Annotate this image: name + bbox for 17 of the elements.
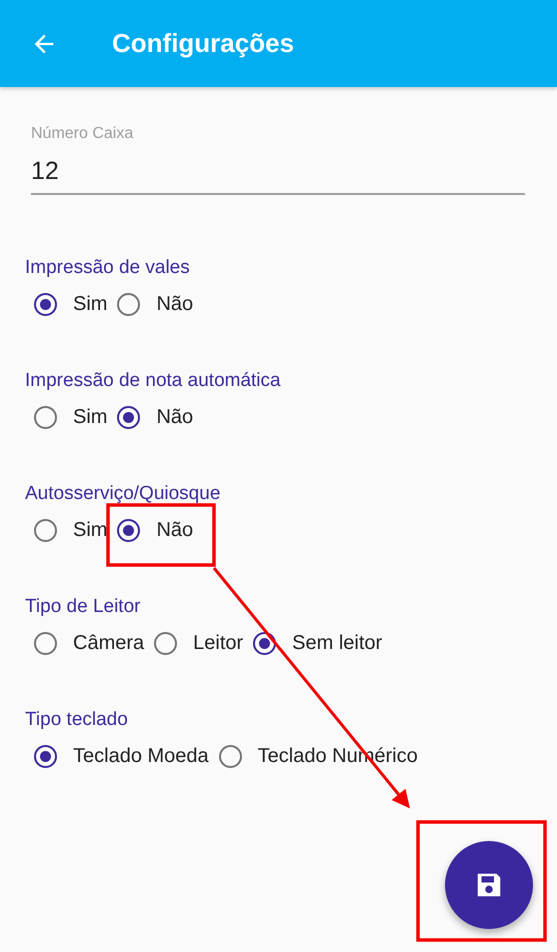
radio-option[interactable]: Não xyxy=(117,519,194,542)
radio-option[interactable]: Câmera xyxy=(34,632,144,655)
radio-option[interactable]: Sim xyxy=(34,293,108,316)
radio-option[interactable]: Não xyxy=(117,406,194,429)
number-input-field[interactable]: Número Caixa 12 xyxy=(31,125,525,195)
group-label: Impressão de nota automática xyxy=(25,370,281,392)
group-label: Tipo teclado xyxy=(25,709,128,731)
save-button[interactable] xyxy=(445,841,533,929)
radio-option[interactable]: Sim xyxy=(34,406,108,429)
radio-option[interactable]: Leitor xyxy=(154,632,244,655)
screen-title: Configurações xyxy=(112,28,294,59)
group-label: Impressão de vales xyxy=(25,257,190,279)
radio-option[interactable]: Sem leitor xyxy=(253,632,382,655)
radio-option[interactable]: Teclado Moeda xyxy=(34,745,209,768)
group-label: Autosserviço/Quiosque xyxy=(25,483,220,505)
group-label: Tipo de Leitor xyxy=(25,596,140,618)
radio-option[interactable]: Não xyxy=(117,293,194,316)
